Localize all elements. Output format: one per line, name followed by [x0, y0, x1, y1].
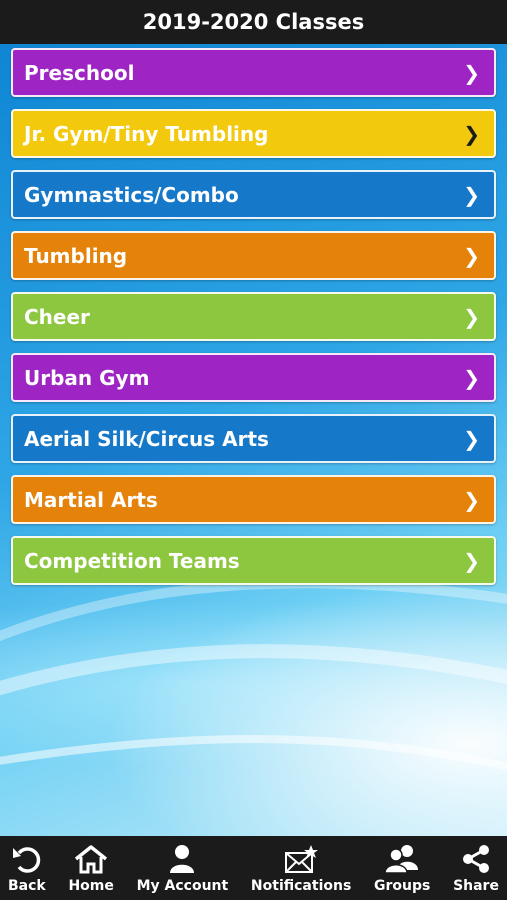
tab-my-account[interactable]: My Account: [136, 836, 229, 900]
chevron-right-icon: ❯: [463, 365, 480, 390]
home-icon: [75, 845, 108, 874]
chevron-right-icon: ❯: [463, 426, 480, 451]
tab-home[interactable]: Home: [68, 836, 114, 900]
class-item-label: Martial Arts: [24, 487, 158, 512]
class-item-tumbling[interactable]: Tumbling ❯: [11, 231, 496, 280]
chevron-right-icon: ❯: [463, 182, 480, 207]
class-item-urban-gym[interactable]: Urban Gym ❯: [11, 353, 496, 402]
class-item-label: Cheer: [24, 304, 90, 329]
class-item-label: Urban Gym: [24, 365, 150, 390]
groups-icon: [384, 845, 419, 874]
class-item-competition-teams[interactable]: Competition Teams ❯: [11, 536, 496, 585]
class-item-preschool[interactable]: Preschool ❯: [11, 48, 496, 97]
bottom-tab-bar: Back Home My Account Notifications Group…: [0, 836, 507, 900]
tab-back[interactable]: Back: [8, 836, 46, 900]
page-title: 2019-2020 Classes: [142, 10, 365, 34]
class-item-martial-arts[interactable]: Martial Arts ❯: [11, 475, 496, 524]
tab-notifications[interactable]: Notifications: [251, 836, 351, 900]
class-item-label: Preschool: [24, 60, 135, 85]
class-item-label: Tumbling: [24, 243, 128, 268]
chevron-right-icon: ❯: [463, 487, 480, 512]
class-item-cheer[interactable]: Cheer ❯: [11, 292, 496, 341]
class-item-jr-gym[interactable]: Jr. Gym/Tiny Tumbling ❯: [11, 109, 496, 158]
class-list: Preschool ❯ Jr. Gym/Tiny Tumbling ❯ Gymn…: [11, 48, 496, 597]
tab-label: My Account: [136, 878, 229, 894]
user-icon: [170, 845, 195, 873]
chevron-right-icon: ❯: [463, 60, 480, 85]
chevron-right-icon: ❯: [463, 548, 480, 573]
share-icon: [463, 845, 490, 873]
class-item-gymnastics-combo[interactable]: Gymnastics/Combo ❯: [11, 170, 496, 219]
tab-groups[interactable]: Groups: [374, 836, 430, 900]
tab-label: Notifications: [250, 878, 352, 894]
back-icon: [12, 847, 41, 873]
chevron-right-icon: ❯: [463, 243, 480, 268]
tab-label: Groups: [374, 878, 431, 894]
chevron-right-icon: ❯: [463, 304, 480, 329]
tab-share[interactable]: Share: [453, 836, 499, 900]
tab-label: Back: [8, 878, 46, 894]
envelope-star-icon: [285, 845, 319, 873]
class-item-label: Aerial Silk/Circus Arts: [24, 426, 269, 451]
class-item-label: Competition Teams: [24, 548, 240, 573]
title-bar: 2019-2020 Classes: [0, 0, 507, 44]
class-item-label: Jr. Gym/Tiny Tumbling: [24, 121, 269, 146]
class-item-aerial-silk[interactable]: Aerial Silk/Circus Arts ❯: [11, 414, 496, 463]
class-item-label: Gymnastics/Combo: [24, 182, 239, 207]
chevron-right-icon: ❯: [463, 121, 480, 146]
tab-label: Share: [453, 878, 499, 894]
tab-label: Home: [68, 878, 114, 894]
